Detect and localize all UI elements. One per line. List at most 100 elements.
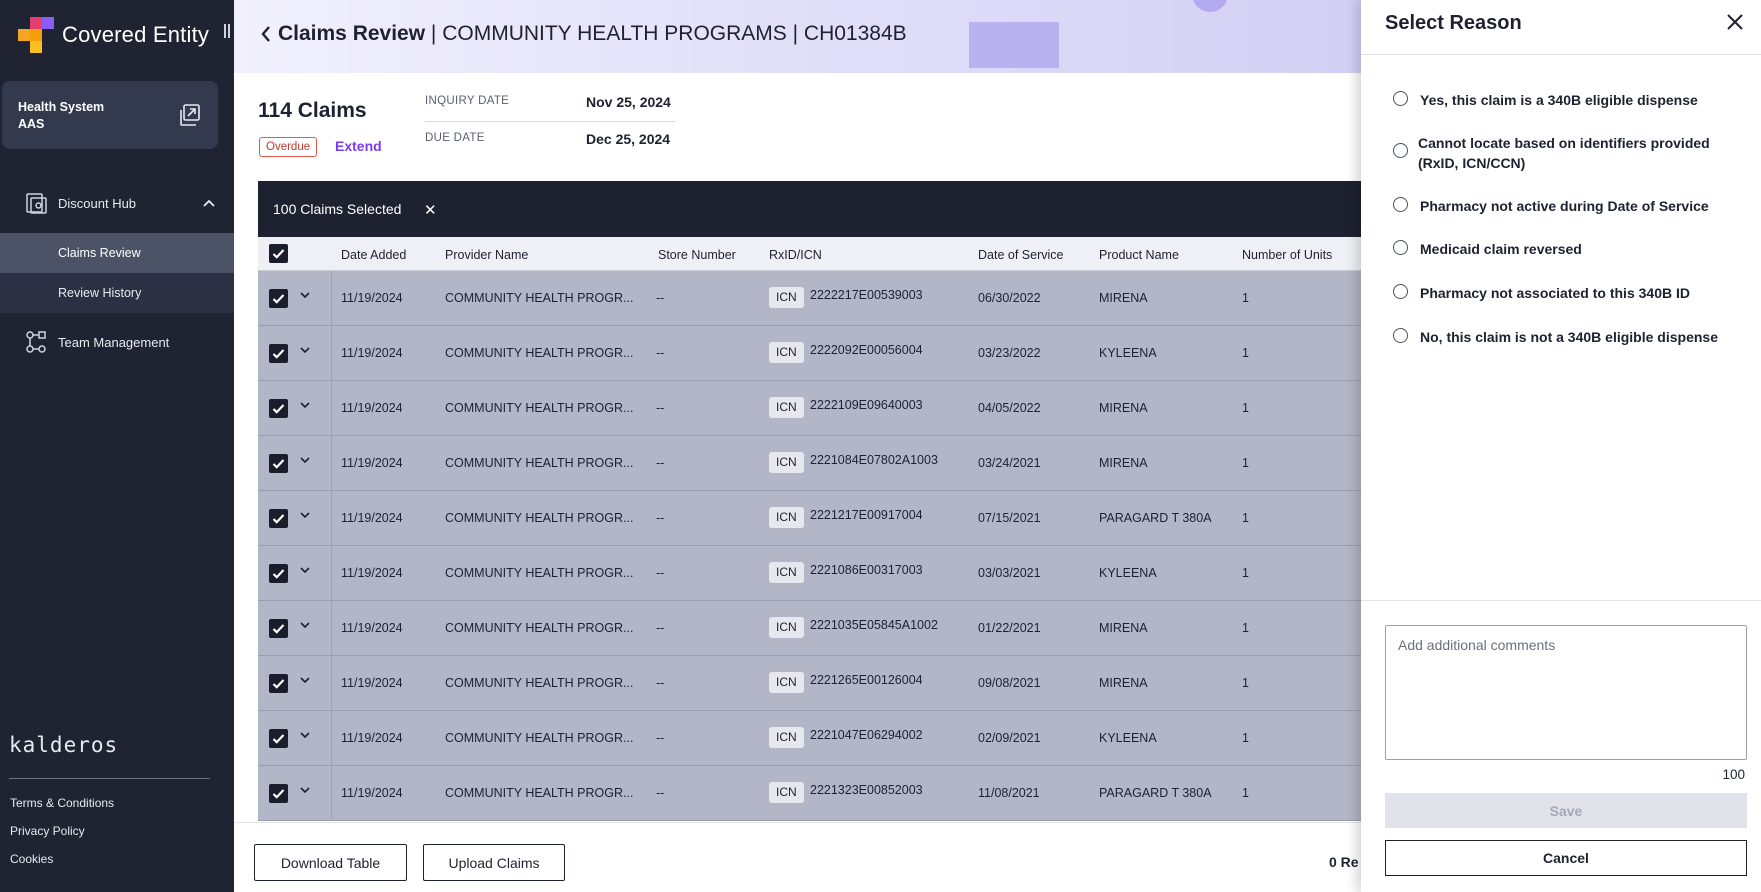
- provider-name-cell: COMMUNITY HEALTH PROGR...: [445, 621, 634, 635]
- row-expand-chevron-icon[interactable]: [300, 566, 310, 574]
- comments-input[interactable]: [1385, 625, 1747, 760]
- upload-claims-button[interactable]: Upload Claims: [423, 844, 565, 881]
- status-badge: Overdue: [259, 137, 318, 157]
- clear-selection-icon[interactable]: ✕: [424, 201, 437, 219]
- date-added-cell: 11/19/2024: [341, 566, 403, 580]
- header-decoration: [969, 22, 1059, 68]
- column-header-rxid-icn[interactable]: RxID/ICN: [769, 248, 822, 262]
- breadcrumb: Claims Review | COMMUNITY HEALTH PROGRAM…: [278, 22, 907, 46]
- radio-button[interactable]: [1393, 143, 1408, 158]
- row-expand-chevron-icon[interactable]: [300, 786, 310, 794]
- row-expand-chevron-icon[interactable]: [300, 291, 310, 299]
- extend-link[interactable]: Extend: [335, 138, 382, 154]
- row-checkbox[interactable]: [269, 564, 288, 583]
- terms-link[interactable]: Terms & Conditions: [10, 796, 114, 810]
- product-name-cell: KYLEENA: [1099, 346, 1157, 360]
- drawer-section-divider: [1361, 600, 1761, 601]
- store-number-cell: --: [656, 731, 665, 745]
- nav-claims-review-label: Claims Review: [58, 246, 141, 260]
- row-checkbox[interactable]: [269, 454, 288, 473]
- reason-option-not-eligible[interactable]: No, this claim is not a 340B eligible di…: [1393, 327, 1743, 347]
- table-row[interactable]: 11/19/2024 COMMUNITY HEALTH PROGR... -- 03/…: [258, 546, 1361, 601]
- table-row[interactable]: 11/19/2024 COMMUNITY HEALTH PROGR... -- 04/…: [258, 381, 1361, 436]
- row-checkbox[interactable]: [269, 509, 288, 528]
- back-chevron-icon[interactable]: [260, 25, 272, 43]
- switch-org-icon[interactable]: [176, 102, 202, 128]
- table-row[interactable]: 11/19/2024 COMMUNITY HEALTH PROGR... -- 11/…: [258, 766, 1361, 821]
- radio-button[interactable]: [1393, 91, 1408, 106]
- radio-button[interactable]: [1393, 284, 1408, 299]
- sidebar-collapse-handle[interactable]: [224, 24, 234, 40]
- date-of-service-cell: 03/03/2021: [978, 566, 1041, 580]
- row-expand-chevron-icon[interactable]: [300, 676, 310, 684]
- row-checkbox[interactable]: [269, 344, 288, 363]
- reviewed-count: 0 Re: [1329, 854, 1359, 870]
- brand[interactable]: Covered Entity: [18, 16, 209, 54]
- reason-option-pharmacy-not-active[interactable]: Pharmacy not active during Date of Servi…: [1393, 196, 1743, 216]
- row-checkbox[interactable]: [269, 289, 288, 308]
- column-header-product-name[interactable]: Product Name: [1099, 248, 1179, 262]
- provider-name-cell: COMMUNITY HEALTH PROGR...: [445, 346, 634, 360]
- row-expand-chevron-icon[interactable]: [300, 621, 310, 629]
- cancel-button[interactable]: Cancel: [1385, 840, 1747, 876]
- store-number-cell: --: [656, 676, 665, 690]
- cookies-link[interactable]: Cookies: [10, 852, 53, 866]
- table-row[interactable]: 11/19/2024 COMMUNITY HEALTH PROGR... -- 06/…: [258, 271, 1361, 326]
- rxid-icn-cell: 2222217E00539003: [810, 288, 923, 302]
- nav-discount-hub[interactable]: Discount Hub: [0, 182, 234, 224]
- icn-tag: ICN: [769, 342, 804, 363]
- table-row[interactable]: 11/19/2024 COMMUNITY HEALTH PROGR... -- 07/…: [258, 491, 1361, 546]
- table-row[interactable]: 11/19/2024 COMMUNITY HEALTH PROGR... -- 03/…: [258, 436, 1361, 491]
- column-header-date-of-service[interactable]: Date of Service: [978, 248, 1063, 262]
- provider-name-cell: COMMUNITY HEALTH PROGR...: [445, 291, 634, 305]
- privacy-link[interactable]: Privacy Policy: [10, 824, 85, 838]
- rxid-icn-cell: 2221323E00852003: [810, 783, 923, 797]
- row-expand-chevron-icon[interactable]: [300, 346, 310, 354]
- select-all-checkbox[interactable]: [269, 244, 288, 263]
- nav-team-management[interactable]: Team Management: [0, 322, 234, 362]
- org-switcher[interactable]: Health System AAS: [2, 81, 218, 149]
- row-checkbox[interactable]: [269, 674, 288, 693]
- claims-count: 114 Claims: [258, 99, 367, 122]
- column-separator: [331, 656, 332, 711]
- column-header-date-added[interactable]: Date Added: [341, 248, 406, 262]
- table-row[interactable]: 11/19/2024 COMMUNITY HEALTH PROGR... -- 03/…: [258, 326, 1361, 381]
- reason-option-medicaid-reversed[interactable]: Medicaid claim reversed: [1393, 239, 1743, 259]
- selection-count: 100 Claims Selected: [273, 201, 402, 217]
- row-expand-chevron-icon[interactable]: [300, 731, 310, 739]
- save-button[interactable]: Save: [1385, 793, 1747, 828]
- drawer-divider: [1361, 54, 1761, 55]
- date-added-cell: 11/19/2024: [341, 731, 403, 745]
- row-expand-chevron-icon[interactable]: [300, 511, 310, 519]
- radio-button[interactable]: [1393, 328, 1408, 343]
- reason-option-eligible[interactable]: Yes, this claim is a 340B eligible dispe…: [1393, 90, 1743, 110]
- row-expand-chevron-icon[interactable]: [300, 401, 310, 409]
- table-row[interactable]: 11/19/2024 COMMUNITY HEALTH PROGR... -- 02/…: [258, 711, 1361, 766]
- download-table-button[interactable]: Download Table: [254, 844, 407, 881]
- column-header-number-of-units[interactable]: Number of Units: [1242, 248, 1332, 262]
- date-of-service-cell: 06/30/2022: [978, 291, 1041, 305]
- reason-option-pharmacy-not-associated[interactable]: Pharmacy not associated to this 340B ID: [1393, 283, 1743, 303]
- radio-button[interactable]: [1393, 240, 1408, 255]
- rxid-icn-cell: 2221217E00917004: [810, 508, 923, 522]
- reason-option-cannot-locate[interactable]: Cannot locate based on identifiers provi…: [1393, 133, 1743, 173]
- table-row[interactable]: 11/19/2024 COMMUNITY HEALTH PROGR... -- 09/…: [258, 656, 1361, 711]
- number-of-units-cell: 1: [1242, 566, 1249, 580]
- store-number-cell: --: [656, 566, 665, 580]
- row-expand-chevron-icon[interactable]: [300, 456, 310, 464]
- column-header-provider-name[interactable]: Provider Name: [445, 248, 528, 262]
- column-header-store-number[interactable]: Store Number: [658, 248, 736, 262]
- row-checkbox[interactable]: [269, 729, 288, 748]
- chevron-up-icon[interactable]: [202, 196, 216, 210]
- icn-tag: ICN: [769, 617, 804, 638]
- table-row[interactable]: 11/19/2024 COMMUNITY HEALTH PROGR... -- 01/…: [258, 601, 1361, 656]
- row-checkbox[interactable]: [269, 619, 288, 638]
- nav-review-history[interactable]: Review History: [0, 273, 234, 313]
- store-number-cell: --: [656, 621, 665, 635]
- radio-button[interactable]: [1393, 197, 1408, 212]
- nav-claims-review[interactable]: Claims Review: [0, 233, 234, 273]
- row-checkbox[interactable]: [269, 399, 288, 418]
- column-separator: [331, 766, 332, 821]
- close-icon[interactable]: [1725, 12, 1745, 32]
- row-checkbox[interactable]: [269, 784, 288, 803]
